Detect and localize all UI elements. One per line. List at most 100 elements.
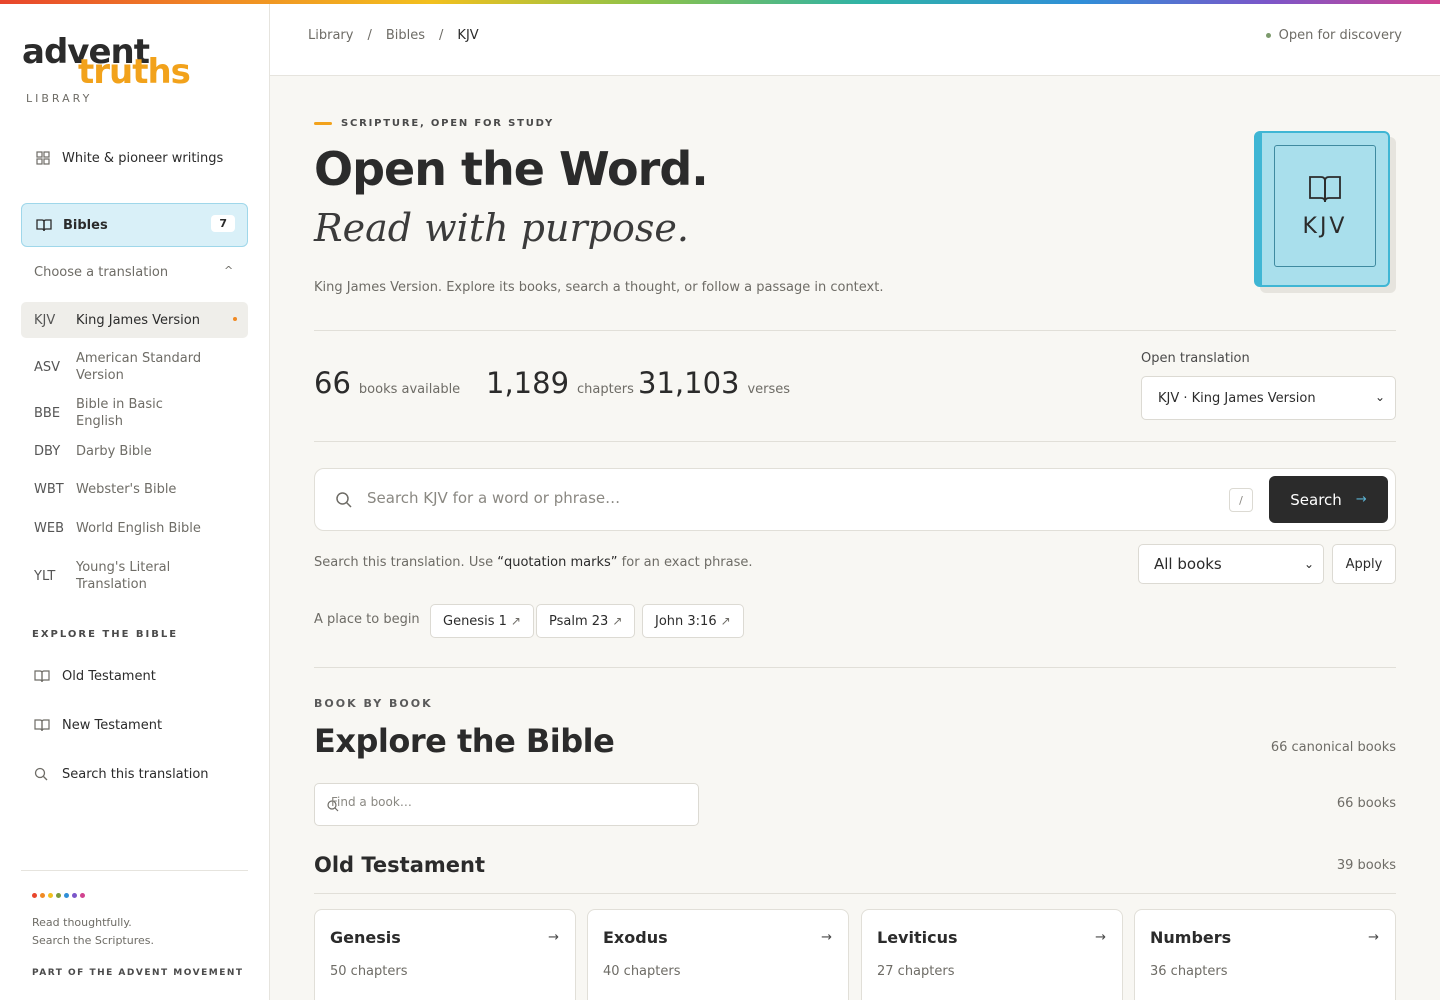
search-button[interactable]: Search →: [1269, 476, 1388, 523]
hint-text-pre: Search this translation. Use: [314, 555, 498, 570]
arrow-right-icon: →: [1355, 492, 1367, 507]
color-dot: [56, 893, 61, 898]
translation-item-ylt[interactable]: YLT Young's Literal Translation: [21, 556, 248, 596]
book-icon: [35, 216, 53, 234]
old-testament-count: 39 books: [1336, 858, 1396, 873]
breadcrumb-bibles[interactable]: Bibles: [386, 28, 425, 43]
book-icon: [34, 669, 52, 683]
translation-item-asv[interactable]: ASV American Standard Version: [21, 347, 248, 387]
translation-name: Young's Literal Translation: [76, 560, 171, 592]
find-book-field: [314, 783, 699, 826]
translation-item-dby[interactable]: DBY Darby Bible: [21, 441, 248, 461]
hero-description: King James Version. Explore its books, s…: [314, 280, 884, 295]
search-icon: [335, 491, 353, 513]
translation-abbr: ASV: [34, 359, 61, 375]
begin-label: A place to begin: [314, 612, 420, 627]
translation-name: American Standard Version: [76, 351, 202, 383]
old-testament-title: Old Testament: [314, 853, 485, 877]
chip-label: Psalm 23: [549, 613, 609, 629]
color-dot: [40, 893, 45, 898]
arrow-up-right-icon: ↗: [510, 614, 521, 628]
breadcrumb: Library / Bibles / KJV: [308, 28, 479, 43]
section-title: Explore the Bible: [314, 722, 615, 760]
logo[interactable]: advent truths: [22, 32, 222, 94]
logo-subtitle: LIBRARY: [26, 92, 93, 105]
footer-line-2: Search the Scriptures.: [32, 934, 154, 947]
translation-name: King James Version: [76, 312, 200, 328]
arrow-up-right-icon: ↗: [720, 614, 731, 628]
translation-item-kjv[interactable]: KJV King James Version: [21, 302, 248, 338]
divider: [314, 667, 1396, 668]
book-count: 66 books: [1336, 796, 1396, 811]
hint-quote: “quotation marks”: [497, 555, 618, 570]
sidebar-item-new-testament[interactable]: New Testament: [21, 715, 248, 735]
apply-button[interactable]: Apply: [1332, 544, 1396, 584]
translation-item-bbe[interactable]: BBE Bible in Basic English: [21, 397, 248, 429]
find-book-input[interactable]: [331, 795, 671, 809]
sidebar-item-writings[interactable]: White & pioneer writings: [21, 148, 248, 168]
stat-number: 31,103: [638, 366, 740, 400]
chip-genesis-1[interactable]: Genesis 1 ↗: [430, 604, 534, 638]
translation-item-web[interactable]: WEB World English Bible: [21, 518, 248, 538]
arrow-right-icon: →: [821, 930, 832, 945]
translation-abbr: YLT: [34, 568, 56, 584]
translation-abbr: DBY: [34, 443, 61, 459]
footer-line-1: Read thoughtfully.: [32, 916, 132, 929]
book-icon: [34, 718, 52, 732]
search-bar: / Search →: [314, 468, 1396, 531]
hint-text-post: for an exact phrase.: [617, 555, 753, 570]
hero-eyebrow: SCRIPTURE, OPEN FOR STUDY: [314, 118, 554, 129]
book-chapters: 27 chapters: [877, 964, 955, 979]
color-dots: [32, 893, 85, 898]
open-translation-label: Open translation: [1141, 351, 1250, 366]
book-card-numbers[interactable]: Numbers → 36 chapters: [1134, 909, 1396, 1000]
canonical-count: 66 canonical books: [1270, 740, 1396, 755]
book-card-genesis[interactable]: Genesis → 50 chapters: [314, 909, 576, 1000]
topbar: Library / Bibles / KJV Open for discover…: [270, 4, 1440, 76]
book-cover-illustration: KJV: [1254, 131, 1396, 293]
translation-item-wbt[interactable]: WBT Webster's Bible: [21, 479, 248, 499]
chip-label: John 3:16: [655, 613, 717, 629]
book-chapters: 50 chapters: [330, 964, 408, 979]
translation-name: World English Bible: [76, 520, 201, 536]
sidebar-item-label: Bibles: [63, 217, 108, 233]
translation-abbr: WBT: [34, 481, 64, 497]
book-card-exodus[interactable]: Exodus → 40 chapters: [587, 909, 849, 1000]
sidebar-divider: [21, 870, 248, 871]
chip-label: Genesis 1: [443, 613, 507, 629]
book-filter-select[interactable]: All books ⌄: [1138, 544, 1324, 584]
translation-name: Bible in Basic English: [76, 397, 163, 429]
open-translation-select[interactable]: KJV · King James Version ⌄: [1141, 376, 1396, 420]
eyebrow-accent: [314, 122, 332, 125]
book-card-leviticus[interactable]: Leviticus → 27 chapters: [861, 909, 1123, 1000]
translation-abbr: KJV: [34, 312, 56, 328]
keyboard-shortcut-hint: /: [1229, 488, 1253, 512]
footer-movement: PART OF THE ADVENT MOVEMENT: [32, 968, 244, 978]
choose-translation-label[interactable]: Choose a translation: [34, 265, 168, 280]
search-icon: [34, 767, 52, 781]
sidebar-item-old-testament[interactable]: Old Testament: [21, 666, 248, 686]
divider: [314, 330, 1396, 331]
sidebar-item-label: New Testament: [62, 717, 163, 733]
chevron-up-icon[interactable]: ^: [224, 264, 233, 277]
eyebrow-text: SCRIPTURE, OPEN FOR STUDY: [341, 118, 555, 129]
chip-psalm-23[interactable]: Psalm 23 ↗: [536, 604, 636, 638]
bibles-count-badge: 7: [211, 215, 235, 232]
sidebar: advent truths LIBRARY White & pioneer wr…: [0, 4, 270, 1000]
status-indicator: Open for discovery: [1265, 28, 1402, 43]
color-dot: [64, 893, 69, 898]
chip-john-3-16[interactable]: John 3:16 ↗: [642, 604, 744, 638]
search-hint: Search this translation. Use “quotation …: [314, 555, 753, 570]
sidebar-item-label: Search this translation: [62, 766, 209, 782]
translation-abbr: BBE: [34, 405, 61, 421]
sidebar-item-bibles[interactable]: Bibles 7: [21, 203, 248, 247]
stat-number: 66: [314, 366, 351, 400]
breadcrumb-library[interactable]: Library: [308, 28, 353, 43]
arrow-right-icon: →: [1368, 930, 1379, 945]
sidebar-item-search[interactable]: Search this translation: [21, 764, 248, 784]
search-input[interactable]: [367, 489, 1167, 507]
open-translation-value: KJV · King James Version: [1158, 390, 1316, 406]
stat-chapters: 1,189 chapters: [486, 366, 634, 400]
breadcrumb-current: KJV: [457, 28, 479, 43]
book-name: Exodus: [603, 928, 668, 947]
